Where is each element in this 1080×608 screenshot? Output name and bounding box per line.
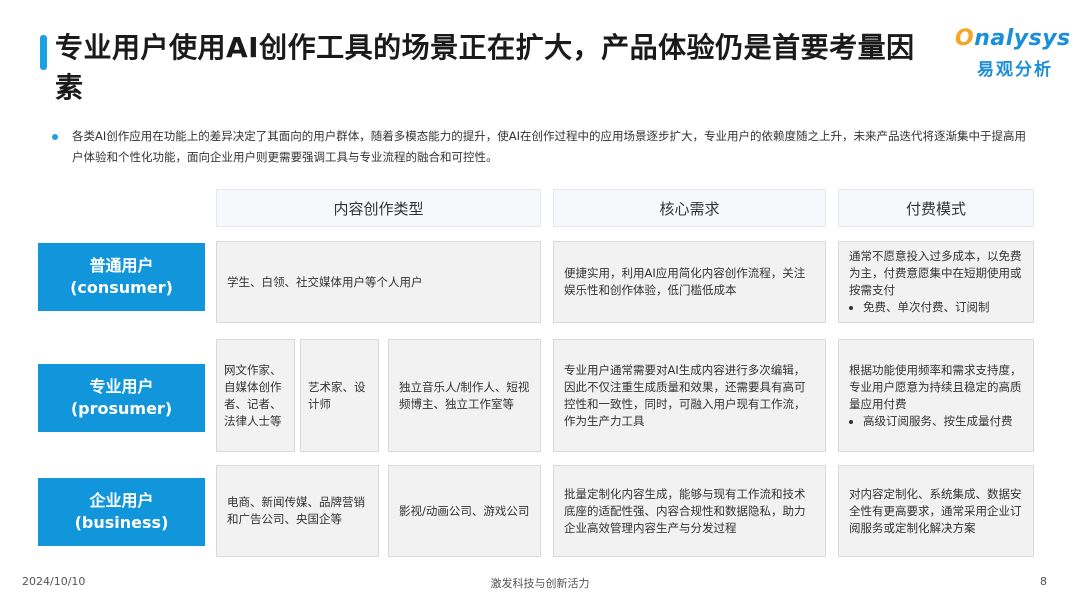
payment-bullet: 高级订阅服务、按生成量付费 [863,413,1023,430]
logo-wordmark: Onalysys [955,26,1071,51]
column-header-content-type: 内容创作类型 [216,189,541,227]
row-label-business: 企业用户 (business) [38,478,205,546]
prosumer-content-type-artists: 艺术家、设计师 [300,339,379,452]
prosumer-need: 专业用户通常需要对AI生成内容进行多次编辑，因此不仅注重生成质量和效果，还需要具… [553,339,826,452]
row-name: 企业用户 [89,491,154,510]
row-subname: (business) [74,513,169,532]
row-name: 普通用户 [89,256,154,275]
business-content-type-media: 电商、新闻传媒、品牌营销和广告公司、央国企等 [216,465,379,557]
payment-bullet: 免费、单次付费、订阅制 [863,299,1023,316]
consumer-payment: 通常不愿意投入过多成本，以免费为主，付费意愿集中在短期使用或按需支付 免费、单次… [838,241,1034,323]
page-title: 专业用户使用AI创作工具的场景正在扩大，产品体验仍是首要考量因素 [55,31,915,104]
page-number: 8 [1040,575,1047,588]
column-header-core-need: 核心需求 [553,189,826,227]
consumer-content-type: 学生、白领、社交媒体用户等个人用户 [216,241,541,323]
consumer-need: 便捷实用，利用AI应用简化内容创作流程，关注娱乐性和创作体验，低门槛低成本 [553,241,826,323]
bullet-dot-icon [52,134,58,140]
payment-text: 通常不愿意投入过多成本，以免费为主，付费意愿集中在短期使用或按需支付 [849,249,1022,297]
row-label-consumer: 普通用户 (consumer) [38,243,205,311]
payment-text: 根据功能使用频率和需求支持度，专业用户愿意为持续且稳定的高质量应用付费 [849,362,1022,411]
row-label-prosumer: 专业用户 (prosumer) [38,364,205,432]
analysys-logo: Onalysys 易观分析 [955,26,1070,82]
row-subname: (consumer) [70,278,173,297]
prosumer-payment: 根据功能使用频率和需求支持度，专业用户愿意为持续且稳定的高质量应用付费 高级订阅… [838,339,1034,452]
footer-slogan: 激发科技与创新活力 [490,577,590,590]
column-header-payment: 付费模式 [838,189,1034,227]
row-subname: (prosumer) [70,399,173,418]
business-need: 批量定制化内容生成，能够与现有工作流和技术底座的适配性强、内容合规性和数据隐私，… [553,465,826,557]
business-content-type-studios: 影视/动画公司、游戏公司 [388,465,541,557]
logo-chinese: 易观分析 [977,60,1053,80]
prosumer-content-type-musicians: 独立音乐人/制作人、短视频博主、独立工作室等 [388,339,541,452]
intro-paragraph: 各类AI创作应用在功能上的差异决定了其面向的用户群体，随着多模态能力的提升，使A… [72,129,1027,164]
business-payment: 对内容定制化、系统集成、数据安全性有更高要求，通常采用企业订阅服务或定制化解决方… [838,465,1034,557]
prosumer-content-type-writers: 网文作家、自媒体创作者、记者、法律人士等 [216,339,295,452]
title-accent-bar [40,35,47,70]
row-name: 专业用户 [89,377,154,396]
